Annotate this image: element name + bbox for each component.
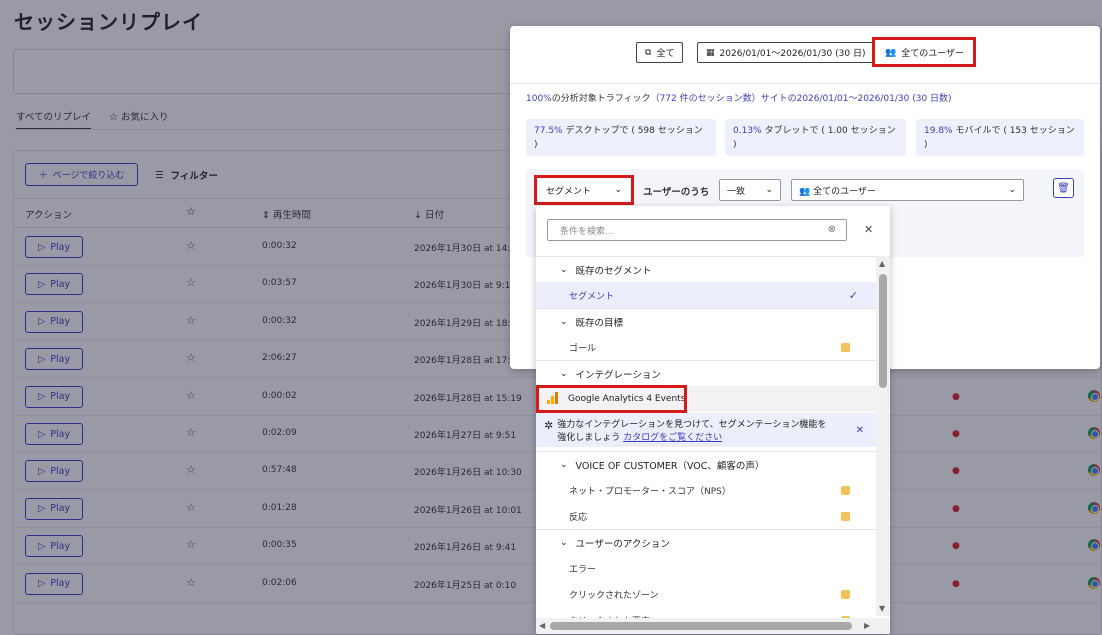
catalog-link[interactable]: カタログをご覧ください xyxy=(623,433,722,443)
close-icon[interactable]: ✕ xyxy=(856,424,864,437)
close-icon[interactable]: ✕ xyxy=(864,223,873,236)
condition-label: ユーザーのうち xyxy=(643,187,710,198)
item-segment[interactable]: セグメント ✓ xyxy=(536,282,876,308)
group-existing-goals[interactable]: ⌄ 既存の目標 xyxy=(536,308,876,334)
dropdown-list: ⌄ 既存のセグメント セグメント ✓ ⌄ 既存の目標 ゴール ⌄ インテグレーション G… xyxy=(536,256,876,627)
devices-icon: ⧉ xyxy=(645,47,652,58)
group-voc[interactable]: ⌄ VOICE OF CUSTOMER（VOC、顧客の声） xyxy=(536,451,876,477)
premium-badge-icon xyxy=(841,512,850,521)
scrollbar-thumb[interactable] xyxy=(550,622,852,630)
scroll-up-icon[interactable]: ▲ xyxy=(879,259,885,268)
horizontal-scrollbar[interactable]: ◀ ▶ xyxy=(536,618,890,634)
premium-badge-icon xyxy=(841,590,850,599)
trash-icon: 🗑 xyxy=(1057,182,1070,194)
stat-mobile: 19.8% モバイルで ( 153 セッション) xyxy=(916,119,1084,156)
vertical-scrollbar[interactable]: ▲ ▼ xyxy=(876,256,890,616)
chevron-down-icon: ⌄ xyxy=(1008,185,1016,195)
date-range-button[interactable]: ▦ 2026/01/01〜2026/01/30 (30 日) xyxy=(697,42,875,63)
premium-badge-icon xyxy=(841,343,850,352)
stat-desktop: 77.5% デスクトップで ( 598 セッション) xyxy=(526,119,716,156)
item-goal[interactable]: ゴール xyxy=(536,334,876,360)
delete-condition-button[interactable]: 🗑 xyxy=(1053,178,1074,198)
chevron-down-icon: ⌄ xyxy=(560,368,568,379)
premium-badge-icon xyxy=(841,486,850,495)
chevron-down-icon: ⌄ xyxy=(560,316,568,327)
puzzle-icon: ✲ xyxy=(544,419,554,432)
device-filter-button[interactable]: ⧉ 全て xyxy=(636,42,684,63)
chevron-down-icon: ⌄ xyxy=(560,264,568,275)
chevron-down-icon: ⌄ xyxy=(765,185,773,195)
scrollbar-thumb[interactable] xyxy=(879,274,887,388)
item-clicked-zone[interactable]: クリックされたゾーン xyxy=(536,581,876,607)
calendar-icon: ▦ xyxy=(706,47,715,58)
highlight-box xyxy=(872,37,976,67)
stat-tablet: 0.13% タブレットで ( 1.00 セッション) xyxy=(725,119,906,156)
group-user-actions[interactable]: ⌄ ユーザーのアクション xyxy=(536,529,876,555)
users-select[interactable]: 👥 全てのユーザー ⌄ xyxy=(791,179,1024,201)
traffic-summary: 100%の分析対象トラフィック（772 件のセッション数）サイトの2026/01… xyxy=(526,94,952,104)
scroll-right-icon[interactable]: ▶ xyxy=(864,621,870,630)
check-icon: ✓ xyxy=(848,288,858,302)
chevron-down-icon: ⌄ xyxy=(560,537,568,548)
item-nps[interactable]: ネット・プロモーター・スコア（NPS） xyxy=(536,477,876,503)
segment-dropdown: 条件を検索... ⊗ ✕ ⌄ 既存のセグメント セグメント ✓ ⌄ 既存の目標 ゴール… xyxy=(536,206,890,634)
item-error[interactable]: エラー xyxy=(536,555,876,581)
popup-divider xyxy=(510,83,1100,84)
integration-promo: ✲ 強力なインテグレーションを見つけて、セグメンテーション機能を 強化しましょう … xyxy=(536,413,876,447)
condition-search-input[interactable]: 条件を検索... ⊗ xyxy=(547,219,847,241)
item-reaction[interactable]: 反応 xyxy=(536,503,876,529)
chevron-down-icon: ⌄ xyxy=(560,459,568,470)
group-integrations[interactable]: ⌄ インテグレーション xyxy=(536,360,876,386)
highlight-box xyxy=(536,385,687,413)
users-icon: 👥 xyxy=(799,186,814,197)
clear-icon[interactable]: ⊗ xyxy=(828,224,836,235)
scroll-left-icon[interactable]: ◀ xyxy=(539,621,545,630)
match-select[interactable]: 一致 ⌄ xyxy=(719,179,781,201)
group-existing-segments[interactable]: ⌄ 既存のセグメント xyxy=(536,256,876,282)
scroll-down-icon[interactable]: ▼ xyxy=(879,604,885,613)
highlight-box xyxy=(534,175,634,205)
